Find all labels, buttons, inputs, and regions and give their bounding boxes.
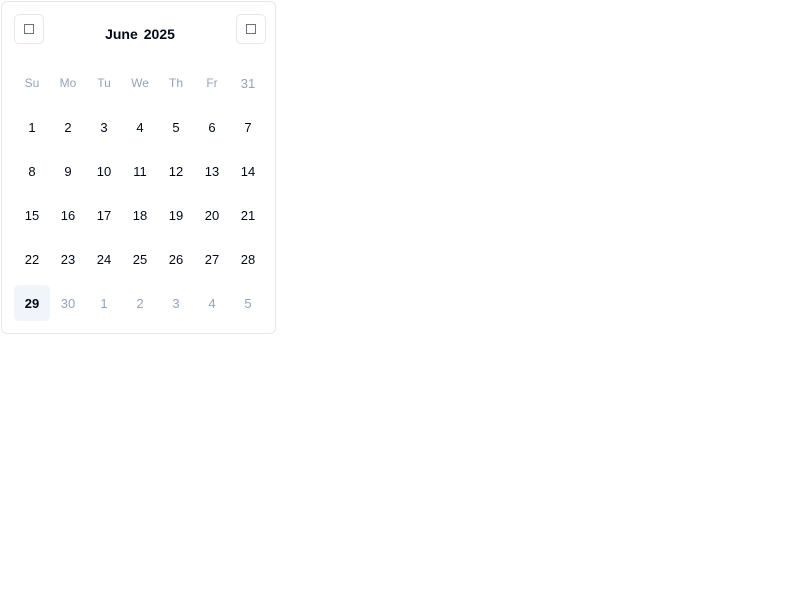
day-cell[interactable]: 13 <box>194 153 230 189</box>
chevron-right-icon <box>246 24 256 34</box>
day-cell[interactable]: 25 <box>122 241 158 277</box>
week-row: 1 2 3 4 5 6 7 <box>14 109 266 153</box>
calendar-grid: Su Mo Tu We Th Fr 31 1 2 3 4 5 6 7 8 9 1… <box>14 65 266 329</box>
day-cell[interactable]: 24 <box>86 241 122 277</box>
day-cell-outside[interactable]: 30 <box>50 285 86 321</box>
day-cell-outside[interactable]: 31 <box>230 65 266 101</box>
week-row: 15 16 17 18 19 20 21 <box>14 197 266 241</box>
calendar-caption: June 2025 <box>46 20 234 48</box>
day-cell-today[interactable]: 29 <box>14 285 50 321</box>
weekday-label: We <box>131 76 149 90</box>
day-cell[interactable]: 18 <box>122 197 158 233</box>
weekday-label: Fr <box>206 76 218 90</box>
day-cell[interactable]: 3 <box>86 109 122 145</box>
day-cell[interactable]: 6 <box>194 109 230 145</box>
previous-month-button[interactable] <box>14 14 44 44</box>
day-cell-outside[interactable]: 3 <box>158 285 194 321</box>
day-cell[interactable]: 20 <box>194 197 230 233</box>
day-cell[interactable]: 27 <box>194 241 230 277</box>
day-cell[interactable]: 16 <box>50 197 86 233</box>
weekday-label: Su <box>24 76 40 90</box>
week-row: 29 30 1 2 3 4 5 <box>14 285 266 329</box>
day-cell[interactable]: 2 <box>50 109 86 145</box>
weekday-label: Mo <box>59 76 77 90</box>
day-cell[interactable]: 22 <box>14 241 50 277</box>
weekday-header-row: Su Mo Tu We Th Fr 31 <box>14 65 266 109</box>
day-cell[interactable]: 14 <box>230 153 266 189</box>
chevron-left-icon <box>24 24 34 34</box>
day-cell[interactable]: 12 <box>158 153 194 189</box>
day-cell[interactable]: 5 <box>158 109 194 145</box>
date-picker-calendar: June 2025 Su Mo Tu We Th Fr 31 1 2 3 4 5… <box>1 1 276 334</box>
next-month-button[interactable] <box>236 14 266 44</box>
day-cell-outside[interactable]: 2 <box>122 285 158 321</box>
week-row: 8 9 10 11 12 13 14 <box>14 153 266 197</box>
week-row: 22 23 24 25 26 27 28 <box>14 241 266 285</box>
day-cell[interactable]: 11 <box>122 153 158 189</box>
day-cell[interactable]: 19 <box>158 197 194 233</box>
day-cell[interactable]: 7 <box>230 109 266 145</box>
day-cell[interactable]: 28 <box>230 241 266 277</box>
day-cell-outside[interactable]: 1 <box>86 285 122 321</box>
caption-year: 2025 <box>143 26 175 42</box>
day-cell[interactable]: 23 <box>50 241 86 277</box>
day-cell[interactable]: 15 <box>14 197 50 233</box>
day-cell-outside[interactable]: 4 <box>194 285 230 321</box>
day-cell[interactable]: 1 <box>14 109 50 145</box>
weekday-label: Th <box>168 76 183 90</box>
day-cell-outside[interactable]: 5 <box>230 285 266 321</box>
day-cell[interactable]: 4 <box>122 109 158 145</box>
day-cell[interactable]: 21 <box>230 197 266 233</box>
caption-month: June <box>105 26 138 42</box>
day-cell[interactable]: 17 <box>86 197 122 233</box>
weekday-label: Tu <box>97 76 111 90</box>
day-cell[interactable]: 8 <box>14 153 50 189</box>
day-cell[interactable]: 26 <box>158 241 194 277</box>
day-cell[interactable]: 10 <box>86 153 122 189</box>
day-cell[interactable]: 9 <box>50 153 86 189</box>
